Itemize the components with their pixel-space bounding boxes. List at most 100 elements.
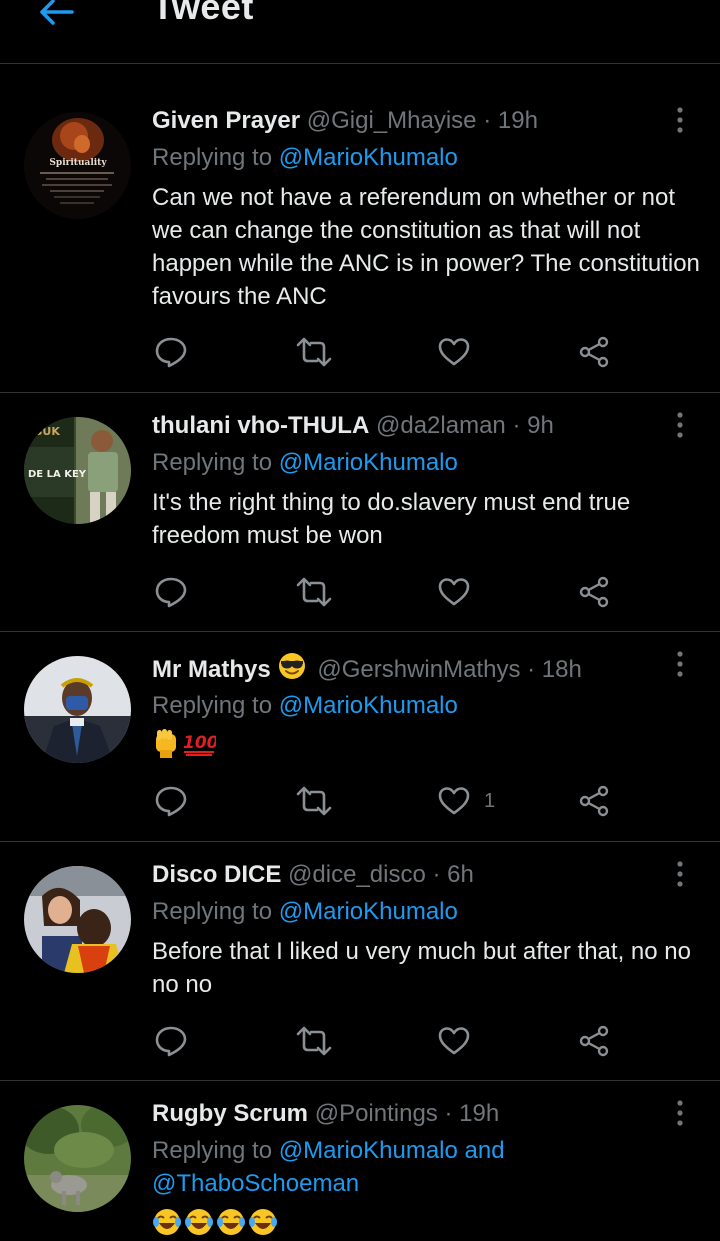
mention-link[interactable]: @MarioKhumalo and [279, 1137, 505, 1164]
display-name[interactable]: Disco DICE [152, 861, 281, 888]
replying-to-line: Replying to @MarioKhumalo and [152, 1134, 505, 1167]
tweet-header: thulani vho-THULA @da2laman · 9h [152, 412, 554, 440]
user-handle[interactable]: @Pointings [315, 1100, 438, 1127]
user-handle[interactable]: @Gigi_Mhayise [307, 107, 477, 134]
tweet-emoji-text: 100 [152, 728, 216, 758]
display-name[interactable]: Rugby Scrum [152, 1100, 308, 1127]
tweet-header: Rugby Scrum @Pointings · 19h [152, 1100, 499, 1128]
app-header: Tweet [0, 0, 720, 64]
like-button[interactable] [438, 332, 470, 372]
page-title: Tweet [152, 0, 254, 27]
action-bar [152, 1021, 622, 1061]
user-handle[interactable]: @GershwinMathys [317, 656, 520, 683]
reply-icon [155, 1026, 187, 1057]
like-button[interactable]: 1 [438, 781, 495, 821]
avatar[interactable]: DE LA KEY BUK [24, 417, 131, 524]
tweet-header: Disco DICE @dice_disco · 6h [152, 861, 474, 889]
replying-to-line: Replying to @MarioKhumalo [152, 141, 458, 174]
share-icon [579, 1025, 609, 1057]
mention-link[interactable]: @MarioKhumalo [279, 898, 458, 925]
like-button[interactable] [438, 1021, 470, 1061]
user-handle[interactable]: @dice_disco [288, 861, 426, 888]
more-options-button[interactable] [664, 104, 696, 136]
timestamp[interactable]: 9h [527, 412, 554, 439]
retweet-icon [296, 337, 332, 367]
replying-to-line-continued: @ThaboSchoeman [152, 1167, 359, 1200]
replying-to-label: Replying to [152, 898, 279, 925]
reply-tweet[interactable]: Rugby Scrum @Pointings · 19h Replying to… [0, 1081, 720, 1241]
display-name[interactable]: thulani vho-THULA [152, 412, 369, 439]
timestamp[interactable]: 19h [498, 107, 538, 134]
retweet-button[interactable] [296, 781, 332, 821]
heart-icon [438, 338, 470, 366]
display-name[interactable]: Given Prayer [152, 107, 300, 134]
avatar[interactable] [24, 1105, 131, 1212]
reply-button[interactable] [154, 781, 188, 821]
svg-text:DE LA KEY: DE LA KEY [28, 469, 87, 480]
reply-tweet[interactable]: Spirituality Given Prayer @Gigi_Mhayise … [0, 88, 720, 393]
vertical-dots-icon [677, 107, 683, 133]
back-button[interactable] [36, 0, 76, 28]
replying-to-line: Replying to @MarioKhumalo [152, 446, 458, 479]
tweet-header: Mr Mathys @GershwinMathys · 18h [152, 651, 582, 688]
reply-button[interactable] [154, 1021, 188, 1061]
heart-icon [438, 578, 470, 606]
vertical-dots-icon [677, 1100, 683, 1126]
tweet-text: It's the right thing to do.slavery must … [152, 489, 631, 549]
replying-to-label: Replying to [152, 449, 279, 476]
retweet-button[interactable] [296, 332, 332, 372]
heart-icon [438, 787, 470, 815]
retweet-icon [296, 577, 332, 607]
mention-link[interactable]: @ThaboSchoeman [152, 1170, 359, 1197]
mention-link[interactable]: @MarioKhumalo [279, 692, 458, 719]
replying-to-label: Replying to [152, 144, 279, 171]
mention-link[interactable]: @MarioKhumalo [279, 449, 458, 476]
retweet-button[interactable] [296, 572, 332, 612]
reply-tweet[interactable]: Mr Mathys @GershwinMathys · 18h Replying… [0, 632, 720, 842]
more-options-button[interactable] [664, 648, 696, 680]
timestamp[interactable]: 19h [459, 1100, 499, 1127]
avatar[interactable] [24, 656, 131, 763]
share-button[interactable] [578, 781, 610, 821]
timestamp[interactable]: 18h [542, 656, 582, 683]
user-handle[interactable]: @da2laman [376, 412, 506, 439]
retweet-button[interactable] [296, 1021, 332, 1061]
avatar-caption: Spirituality [49, 158, 107, 168]
share-icon [579, 576, 609, 608]
separator-dot: · [483, 107, 492, 134]
more-options-button[interactable] [664, 409, 696, 441]
reply-button[interactable] [154, 572, 188, 612]
reply-icon [155, 786, 187, 817]
mention-link[interactable]: @MarioKhumalo [279, 144, 458, 171]
reply-tweet[interactable]: Disco DICE @dice_disco · 6h Replying to … [0, 842, 720, 1081]
share-icon [579, 785, 609, 817]
replying-to-line: Replying to @MarioKhumalo [152, 895, 458, 928]
replying-to-line: Replying to @MarioKhumalo [152, 689, 458, 722]
tears-of-joy-icon [217, 1209, 245, 1235]
tears-of-joy-icon [249, 1209, 277, 1235]
reply-tweet[interactable]: DE LA KEY BUK thulani vho-THULA @da2lama… [0, 393, 720, 632]
timestamp[interactable]: 6h [447, 861, 474, 888]
separator-dot: · [527, 656, 536, 683]
like-count: 1 [484, 789, 496, 812]
svg-text:100: 100 [183, 733, 216, 753]
display-name[interactable]: Mr Mathys [152, 656, 271, 683]
separator-dot: · [512, 412, 521, 439]
reply-button[interactable] [154, 332, 188, 372]
svg-text:BUK: BUK [34, 425, 60, 438]
vertical-dots-icon [677, 861, 683, 887]
replying-to-label: Replying to [152, 692, 279, 719]
share-icon [579, 336, 609, 368]
like-button[interactable] [438, 572, 470, 612]
avatar[interactable] [24, 866, 131, 973]
share-button[interactable] [578, 572, 610, 612]
vertical-dots-icon [677, 651, 683, 677]
action-bar [152, 572, 622, 612]
share-button[interactable] [578, 332, 610, 372]
more-options-button[interactable] [664, 858, 696, 890]
retweet-icon [296, 1026, 332, 1056]
more-options-button[interactable] [664, 1097, 696, 1129]
replying-to-label: Replying to [152, 1137, 279, 1164]
share-button[interactable] [578, 1021, 610, 1061]
tweet-header: Given Prayer @Gigi_Mhayise · 19h [152, 107, 538, 135]
